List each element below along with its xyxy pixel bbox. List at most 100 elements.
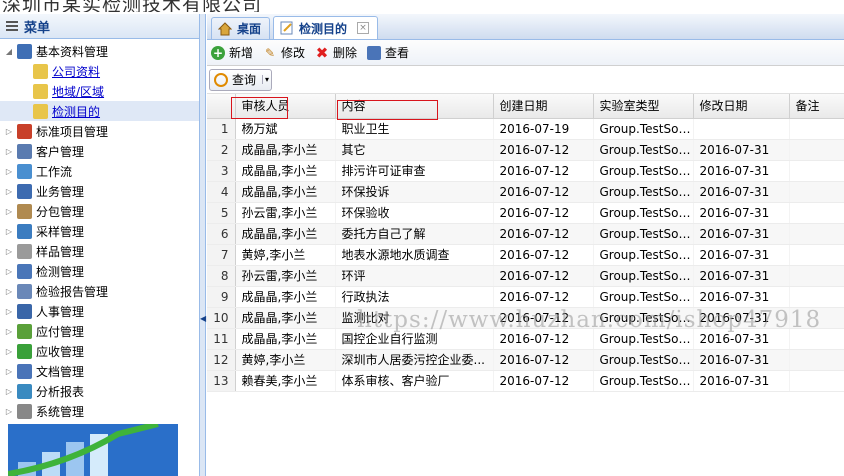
tree-child-detection-purpose[interactable]: 检测目的: [0, 101, 199, 121]
row-number: 13: [207, 370, 236, 392]
table-cell: 2016-07-31: [693, 265, 790, 287]
expand-arrow-icon[interactable]: ▷: [4, 407, 14, 416]
tree-node[interactable]: ▷ 人事管理: [0, 301, 199, 321]
column-header[interactable]: 修改日期: [693, 94, 790, 119]
expand-arrow-icon[interactable]: ▷: [4, 367, 14, 376]
table-cell: 2016-07-12: [493, 202, 594, 224]
expand-arrow-icon[interactable]: ▷: [4, 387, 14, 396]
delete-label: 删除: [333, 46, 358, 60]
expand-arrow-icon[interactable]: ▷: [4, 227, 14, 236]
table-cell: 成晶晶,李小兰: [235, 223, 336, 245]
table-row[interactable]: 12 黄婷,李小兰 深圳市人居委污控企业委... 2016-07-12 Group.Te…: [207, 349, 844, 371]
expand-arrow-icon[interactable]: ▷: [4, 127, 14, 136]
tree-node-label: 人事管理: [36, 304, 85, 319]
tab-detection-purpose[interactable]: 检测目的 ×: [273, 16, 379, 39]
expand-arrow-icon[interactable]: ▷: [4, 147, 14, 156]
row-number: 11: [207, 328, 236, 350]
table-cell: Group.TestSor...: [593, 160, 694, 182]
tree-node-label: 应付管理: [36, 324, 85, 339]
tab-desktop[interactable]: 桌面: [211, 17, 271, 39]
table-cell: 深圳市人居委污控企业委...: [335, 349, 494, 371]
expand-arrow-icon[interactable]: ▷: [4, 247, 14, 256]
close-icon[interactable]: ×: [357, 22, 370, 34]
table-row[interactable]: 1 杨万斌 职业卫生 2016-07-19 Group.TestSor...: [207, 118, 844, 140]
table-row[interactable]: 4 成晶晶,李小兰 环保投诉 2016-07-12 Group.TestSor... 20…: [207, 181, 844, 203]
expand-arrow-icon[interactable]: ▷: [4, 207, 14, 216]
grid-body: 1 杨万斌 职业卫生 2016-07-19 Group.TestSor... 2 成晶晶,李…: [207, 118, 844, 392]
tree-node[interactable]: ▷ 文档管理: [0, 361, 199, 381]
tree-node[interactable]: ▷ 检验报告管理: [0, 281, 199, 301]
tree-node[interactable]: ▷ 采样管理: [0, 221, 199, 241]
expand-arrow-icon[interactable]: ▷: [4, 307, 14, 316]
column-header[interactable]: 实验室类型: [593, 94, 694, 119]
tree-node-label: 检测管理: [36, 264, 85, 279]
expanded-arrow-icon[interactable]: ◢: [4, 47, 14, 56]
view-button[interactable]: 查看: [367, 44, 409, 61]
tree-node-label: 检验报告管理: [36, 284, 109, 299]
folder-icon: [17, 43, 32, 59]
chart-decoration-image: [8, 424, 178, 476]
module-icon: [17, 363, 32, 379]
tree-node[interactable]: ▷ 应收管理: [0, 341, 199, 361]
expand-arrow-icon[interactable]: ▷: [4, 327, 14, 336]
expand-arrow-icon[interactable]: ▷: [4, 267, 14, 276]
table-row[interactable]: 5 孙云雷,李小兰 环保验收 2016-07-12 Group.TestSor... 20…: [207, 202, 844, 224]
expand-arrow-icon[interactable]: ▷: [4, 187, 14, 196]
edit-button[interactable]: ✎ 修改: [263, 44, 305, 61]
data-grid: 审核人员 内容 创建日期 实验室类型 修改日期 备注 1 杨万斌 职业卫生 2016-07-19…: [207, 94, 844, 392]
tree-node[interactable]: ▷ 系统管理: [0, 401, 199, 421]
expand-arrow-icon[interactable]: ▷: [4, 287, 14, 296]
delete-x-icon: ✖: [315, 43, 329, 62]
tree-node[interactable]: ▷ 业务管理: [0, 181, 199, 201]
table-cell: 2016-07-31: [693, 202, 790, 224]
query-button[interactable]: 查询 ▾: [209, 68, 273, 91]
table-cell: Group.TestSor...: [593, 286, 694, 308]
tree-node[interactable]: ▷ 检测管理: [0, 261, 199, 281]
view-label: 查看: [385, 46, 410, 60]
expand-arrow-icon[interactable]: ▷: [4, 167, 14, 176]
table-row[interactable]: 13 赖春美,李小兰 体系审核、客户验厂 2016-07-12 Group.TestSo…: [207, 370, 844, 392]
table-row[interactable]: 9 成晶晶,李小兰 行政执法 2016-07-12 Group.TestSor... 20…: [207, 286, 844, 308]
column-header[interactable]: 备注: [789, 94, 844, 119]
row-number: 4: [207, 181, 236, 203]
tree-child-label: 地域/区域: [52, 84, 105, 99]
tree-node-label: 系统管理: [36, 404, 85, 419]
tree-child-company-info[interactable]: 公司资料: [0, 61, 199, 81]
table-cell: [789, 118, 844, 140]
tree-node[interactable]: ▷ 客户管理: [0, 141, 199, 161]
menu-tree: ◢ 基本资料管理 公司资料 地域/区域 检测目的 ▷ 标准项目管理 ▷ 客户管理 ▷ 工作…: [0, 39, 199, 421]
module-icon: [17, 223, 32, 239]
tree-node[interactable]: ▷ 样品管理: [0, 241, 199, 261]
table-row[interactable]: 7 黄婷,李小兰 地表水源地水质调查 2016-07-12 Group.TestSor.…: [207, 244, 844, 266]
delete-button[interactable]: ✖ 删除: [315, 43, 358, 62]
table-row[interactable]: 2 成晶晶,李小兰 其它 2016-07-12 Group.TestSor... 2016…: [207, 139, 844, 161]
tree-node[interactable]: ▷ 应付管理: [0, 321, 199, 341]
add-button[interactable]: + 新增: [211, 44, 253, 61]
table-row[interactable]: 8 孙云雷,李小兰 环评 2016-07-12 Group.TestSor... 2016…: [207, 265, 844, 287]
table-row[interactable]: 6 成晶晶,李小兰 委托方自己了解 2016-07-12 Group.TestSor..…: [207, 223, 844, 245]
table-cell: 2016-07-12: [493, 160, 594, 182]
tree-node[interactable]: ▷ 分析报表: [0, 381, 199, 401]
expand-arrow-icon[interactable]: ▷: [4, 347, 14, 356]
tab-label: 检测目的: [299, 21, 348, 36]
table-row[interactable]: 3 成晶晶,李小兰 排污许可证审查 2016-07-12 Group.TestSor..…: [207, 160, 844, 182]
tree-node[interactable]: ▷ 分包管理: [0, 201, 199, 221]
tree-node-label: 应收管理: [36, 344, 85, 359]
tree-node[interactable]: ▷ 标准项目管理: [0, 121, 199, 141]
table-cell: 体系审核、客户验厂: [335, 370, 494, 392]
table-cell: [789, 160, 844, 182]
column-header[interactable]: 创建日期: [493, 94, 594, 119]
tree-node-label: 分包管理: [36, 204, 85, 219]
table-cell: 2016-07-12: [493, 181, 594, 203]
table-cell: 2016-07-31: [693, 349, 790, 371]
tree-child-region[interactable]: 地域/区域: [0, 81, 199, 101]
tree-node-basic-data[interactable]: ◢ 基本资料管理: [0, 41, 199, 61]
tree-node[interactable]: ▷ 工作流: [0, 161, 199, 181]
dropdown-arrow-icon[interactable]: ▾: [262, 75, 269, 84]
table-cell: Group.TestSor...: [593, 181, 694, 203]
edit-doc-icon: [33, 103, 48, 119]
table-cell: Group.TestSor...: [593, 202, 694, 224]
collapse-arrow-icon[interactable]: ◀: [200, 314, 206, 323]
panel-splitter[interactable]: ◀: [200, 14, 206, 476]
edit-doc-icon: [280, 21, 293, 35]
